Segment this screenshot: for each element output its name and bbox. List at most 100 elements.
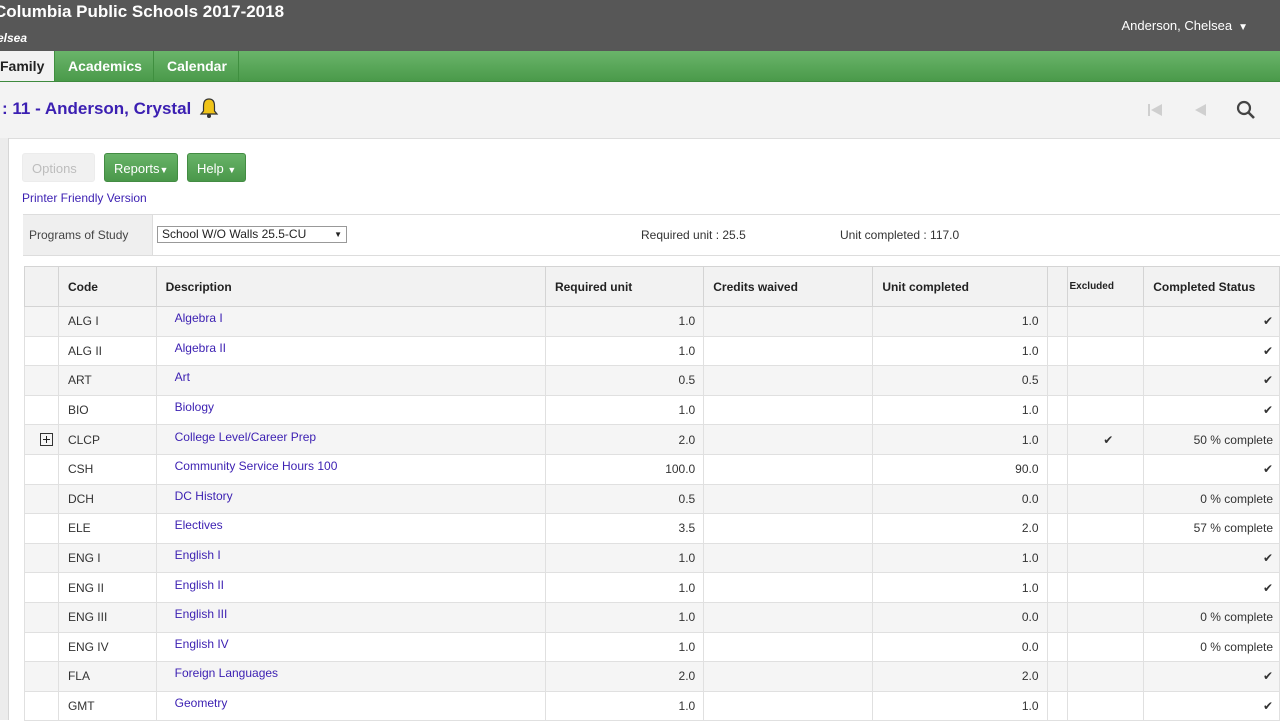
credits-waived-cell	[703, 542, 874, 574]
user-menu-label[interactable]: Anderson, Chelsea	[1122, 18, 1233, 33]
required-unit-cell: 1.0	[544, 572, 705, 603]
description-link: English II	[155, 572, 546, 603]
code-cell: DCH	[57, 483, 157, 515]
table-row[interactable]: ART Art 0.5 0.5 ✔	[24, 365, 1280, 396]
table-row[interactable]: CLCP College Level/Career Prep 2.0 1.0 ✔ 50 %…	[24, 424, 1280, 455]
description-link-text[interactable]: English II	[175, 578, 224, 592]
tab-calendar[interactable]: Calendar	[155, 51, 239, 81]
description-link-text[interactable]: Geometry	[175, 696, 228, 710]
table-header-row: Code Description Required unit Credits w…	[24, 266, 1280, 307]
table-row[interactable]: DCH DC History 0.5 0.0 0 % complete	[24, 483, 1280, 515]
description-link-text[interactable]: Art	[175, 370, 190, 384]
reports-button[interactable]: Reports▼	[104, 153, 178, 182]
excluded-cell	[1066, 601, 1145, 633]
expand-cell	[24, 453, 59, 485]
column-header-spacer	[1046, 266, 1068, 307]
table-row[interactable]: ALG I Algebra I 1.0 1.0 ✔	[24, 306, 1280, 337]
unit-completed-cell: 2.0	[872, 513, 1048, 544]
description-link-text[interactable]: Community Service Hours 100	[175, 459, 338, 473]
table-row[interactable]: ENG III English III 1.0 0.0 0 % complete	[24, 601, 1280, 633]
help-button[interactable]: Help ▼	[187, 153, 246, 182]
chevron-down-icon[interactable]: ▼	[160, 165, 169, 175]
column-header-completed-status[interactable]: Completed Status	[1143, 266, 1280, 307]
code-cell: ENG II	[57, 572, 157, 603]
chevron-down-icon[interactable]: ▼	[334, 227, 342, 242]
expand-cell	[24, 601, 59, 633]
column-header-credits-waived[interactable]: Credits waived	[703, 266, 874, 307]
description-link: Biology	[155, 394, 546, 426]
options-button[interactable]: Options	[22, 153, 95, 182]
column-header-description[interactable]: Description	[155, 266, 546, 307]
description-link-text[interactable]: DC History	[175, 489, 233, 503]
required-unit-cell: 1.0	[544, 601, 705, 633]
description-link-text[interactable]: Biology	[175, 400, 214, 414]
description-link: English IV	[155, 631, 546, 663]
first-record-icon[interactable]	[1145, 100, 1167, 120]
chevron-down-icon[interactable]: ▼	[227, 165, 236, 175]
program-select[interactable]: School W/O Walls 25.5-CU ▼	[157, 226, 347, 243]
expand-cell	[24, 365, 59, 396]
excluded-cell: ✔	[1066, 424, 1145, 455]
column-header-excluded[interactable]: Excluded	[1066, 266, 1145, 307]
table-row[interactable]: ALG II Algebra II 1.0 1.0 ✔	[24, 335, 1280, 367]
reports-label[interactable]: Reports	[114, 161, 160, 176]
completed-status-cell: ✔	[1143, 542, 1280, 574]
search-icon[interactable]	[1235, 100, 1257, 120]
printer-friendly-link[interactable]: Printer Friendly Version	[22, 191, 147, 205]
completed-status-cell: 0 % complete	[1143, 631, 1280, 663]
table-row[interactable]: ELE Electives 3.5 2.0 57 % complete	[24, 513, 1280, 544]
description-link-text[interactable]: English I	[175, 548, 221, 562]
description-link: Geometry	[155, 690, 546, 721]
completed-status-cell: 50 % complete	[1143, 424, 1280, 455]
expand-cell	[24, 572, 59, 603]
column-header-required-unit[interactable]: Required unit	[544, 266, 705, 307]
code-cell: FLA	[57, 661, 157, 692]
credits-waived-cell	[703, 394, 874, 426]
expand-cell	[24, 513, 59, 544]
required-unit-cell: 1.0	[544, 631, 705, 663]
description-link-text[interactable]: Electives	[175, 518, 223, 532]
table-row[interactable]: CSH Community Service Hours 100 100.0 90.0 ✔	[24, 453, 1280, 485]
unit-completed-cell: 1.0	[872, 394, 1048, 426]
description-link-text[interactable]: Algebra II	[175, 341, 226, 355]
unit-completed-summary: Unit completed : 117.0	[840, 228, 960, 242]
chevron-down-icon[interactable]: ▼	[1238, 22, 1248, 33]
excluded-cell	[1066, 513, 1145, 544]
user-menu[interactable]: Anderson, Chelsea ▼	[1122, 18, 1248, 33]
description-link-text[interactable]: College Level/Career Prep	[175, 430, 316, 444]
column-header-code[interactable]: Code	[57, 266, 157, 307]
spacer-cell	[1046, 306, 1068, 337]
spacer-cell	[1046, 424, 1068, 455]
spacer-cell	[1046, 483, 1068, 515]
code-cell: ENG III	[57, 601, 157, 633]
table-row[interactable]: ENG I English I 1.0 1.0 ✔	[24, 542, 1280, 574]
table-row[interactable]: BIO Biology 1.0 1.0 ✔	[24, 394, 1280, 426]
description-link-text[interactable]: English IV	[175, 637, 229, 651]
unit-completed-cell: 0.0	[872, 601, 1048, 633]
top-bar: Columbia Public Schools 2017-2018 elsea …	[0, 0, 1280, 51]
description-link: DC History	[155, 483, 546, 515]
table-row[interactable]: FLA Foreign Languages 2.0 2.0 ✔	[24, 661, 1280, 692]
column-header-unit-completed[interactable]: Unit completed	[872, 266, 1048, 307]
bell-icon[interactable]	[199, 97, 219, 119]
spacer-cell	[1046, 572, 1068, 603]
previous-record-icon[interactable]	[1190, 100, 1212, 120]
table-row[interactable]: GMT Geometry 1.0 1.0 ✔	[24, 690, 1280, 721]
description-link-text[interactable]: English III	[175, 607, 228, 621]
required-unit-cell: 0.5	[544, 365, 705, 396]
help-label[interactable]: Help	[197, 161, 224, 176]
excluded-cell	[1066, 394, 1145, 426]
program-select-value[interactable]: School W/O Walls 25.5-CU	[162, 227, 306, 241]
column-header-expand	[24, 266, 59, 307]
code-cell: CSH	[57, 453, 157, 485]
description-link: Community Service Hours 100	[155, 453, 546, 485]
description-link-text[interactable]: Foreign Languages	[175, 666, 278, 680]
credits-waived-cell	[703, 513, 874, 544]
tab-family[interactable]: Family	[0, 51, 55, 81]
excluded-cell	[1066, 483, 1145, 515]
expand-plus-icon[interactable]	[40, 432, 53, 446]
table-row[interactable]: ENG II English II 1.0 1.0 ✔	[24, 572, 1280, 603]
table-row[interactable]: ENG IV English IV 1.0 0.0 0 % complete	[24, 631, 1280, 663]
tab-academics[interactable]: Academics	[56, 51, 154, 81]
description-link-text[interactable]: Algebra I	[175, 311, 223, 325]
